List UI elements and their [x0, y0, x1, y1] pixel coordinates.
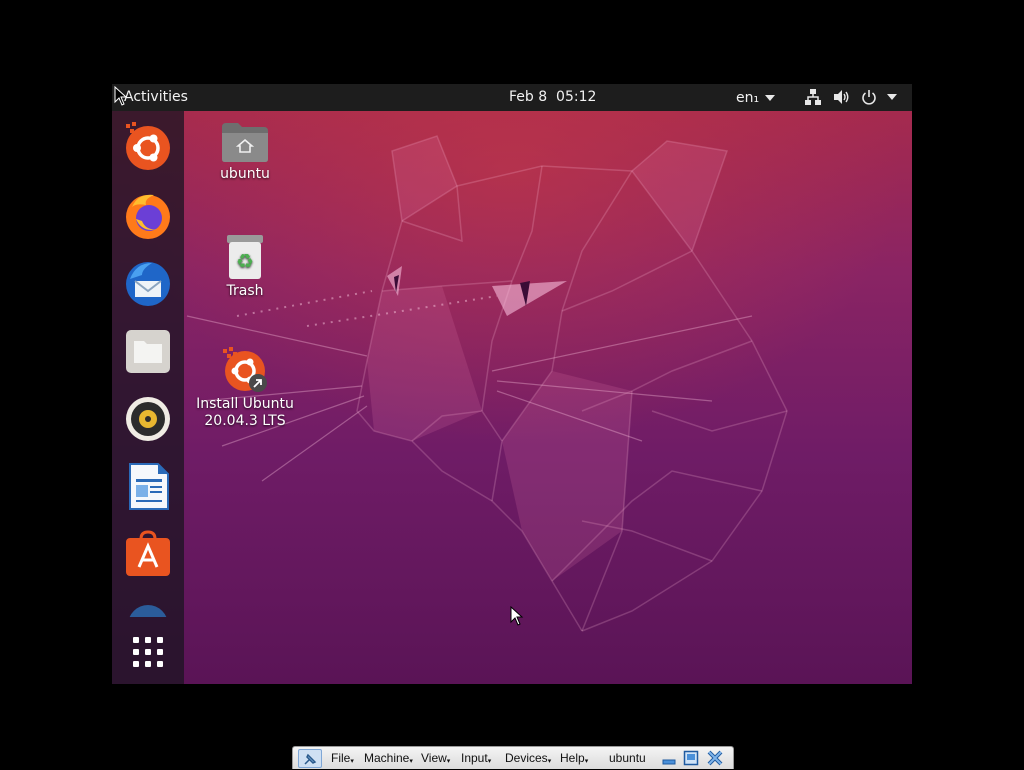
trash-icon: ♻: [227, 235, 263, 279]
install-ubuntu-label-line1: Install Ubuntu: [196, 396, 294, 412]
exit-fullscreen-icon[interactable]: [683, 750, 699, 766]
dock-item-ubuntu-software[interactable]: [122, 529, 174, 581]
writer-icon: [129, 463, 169, 510]
system-tray[interactable]: [800, 88, 904, 108]
pin-toolbar-button[interactable]: [298, 749, 322, 768]
menu-file-label: File: [331, 751, 351, 765]
caret-down-icon: ▾: [487, 758, 492, 765]
trash-label: Trash: [226, 283, 264, 299]
mouse-cursor-icon: [114, 86, 128, 106]
host-screen: ubuntu ♻ Trash Install Ubuntu 20.04.3 LT…: [0, 0, 1024, 769]
menu-devices-label: Devices: [505, 751, 548, 765]
dock: [112, 111, 184, 684]
menu-machine[interactable]: Machine▾: [364, 751, 413, 765]
input-language-label: en₁: [736, 90, 760, 106]
input-language-button[interactable]: en₁: [736, 90, 776, 106]
power-icon: [862, 90, 876, 105]
menu-help-label: Help: [560, 751, 585, 765]
menu-help[interactable]: Help▾: [560, 751, 588, 765]
vm-name-label: ubuntu: [609, 751, 646, 765]
svg-text:♻: ♻: [236, 249, 254, 273]
chevron-down-icon: [887, 94, 897, 100]
network-icon: [805, 89, 821, 105]
caret-down-icon: ▾: [446, 758, 451, 765]
menu-file[interactable]: File▾: [331, 751, 354, 765]
firefox-icon: [126, 194, 170, 239]
ubuntu-vm-display[interactable]: ubuntu ♻ Trash Install Ubuntu 20.04.3 LT…: [112, 84, 912, 684]
volume-icon: [834, 90, 849, 104]
dock-item-help[interactable]: [122, 597, 174, 617]
home-folder-icon: [222, 123, 268, 162]
top-bar: Activities Feb 8 05:12 en₁: [112, 84, 912, 111]
dock-item-rhythmbox[interactable]: [122, 393, 174, 445]
dock-item-thunderbird[interactable]: [122, 257, 174, 309]
clock-button[interactable]: Feb 8 05:12: [509, 89, 596, 105]
menu-view-label: View: [421, 751, 447, 765]
caret-down-icon: ▾: [584, 758, 589, 765]
show-applications-button[interactable]: [122, 626, 174, 678]
dock-item-firefox[interactable]: [122, 189, 174, 241]
close-icon[interactable]: [707, 750, 723, 766]
install-ubuntu-desktop-icon[interactable]: Install Ubuntu 20.04.3 LTS: [190, 347, 300, 430]
install-ubuntu-label-line2: 20.04.3 LTS: [204, 413, 286, 429]
ubuntu-logo-icon: [126, 122, 170, 170]
desktop-background[interactable]: ubuntu ♻ Trash Install Ubuntu 20.04.3 LT…: [112, 111, 912, 684]
mouse-cursor-icon: [510, 606, 524, 626]
menu-input[interactable]: Input▾: [461, 751, 491, 765]
files-icon: [126, 330, 170, 373]
caret-down-icon: ▾: [350, 758, 354, 765]
activities-button[interactable]: Activities: [124, 89, 188, 105]
menu-machine-label: Machine: [364, 751, 410, 765]
software-store-icon: [126, 530, 170, 576]
ubuntu-installer-icon: [223, 347, 267, 392]
speaker-icon: [126, 397, 170, 441]
menu-input-label: Input: [461, 751, 488, 765]
app-grid-icon: [133, 637, 163, 667]
home-folder-desktop-icon[interactable]: ubuntu: [190, 121, 300, 183]
dock-item-ubuntu-installer[interactable]: [122, 121, 174, 173]
chevron-down-icon: [765, 95, 776, 101]
pin-icon: [304, 753, 317, 765]
caret-down-icon: ▾: [547, 758, 552, 765]
virtualbox-mini-toolbar: File▾ Machine▾ View▾ Input▾ Devices▾ Hel…: [292, 746, 734, 769]
trash-desktop-icon[interactable]: ♻ Trash: [190, 234, 300, 300]
help-icon: [129, 605, 167, 617]
home-folder-label: ubuntu: [220, 166, 270, 182]
dock-item-files[interactable]: [122, 325, 174, 377]
minimize-icon[interactable]: [661, 750, 677, 766]
caret-down-icon: ▾: [409, 758, 413, 765]
menu-view[interactable]: View▾: [421, 751, 450, 765]
menu-devices[interactable]: Devices▾: [505, 751, 551, 765]
thunderbird-icon: [126, 262, 170, 306]
dock-item-libreoffice-writer[interactable]: [122, 461, 174, 513]
